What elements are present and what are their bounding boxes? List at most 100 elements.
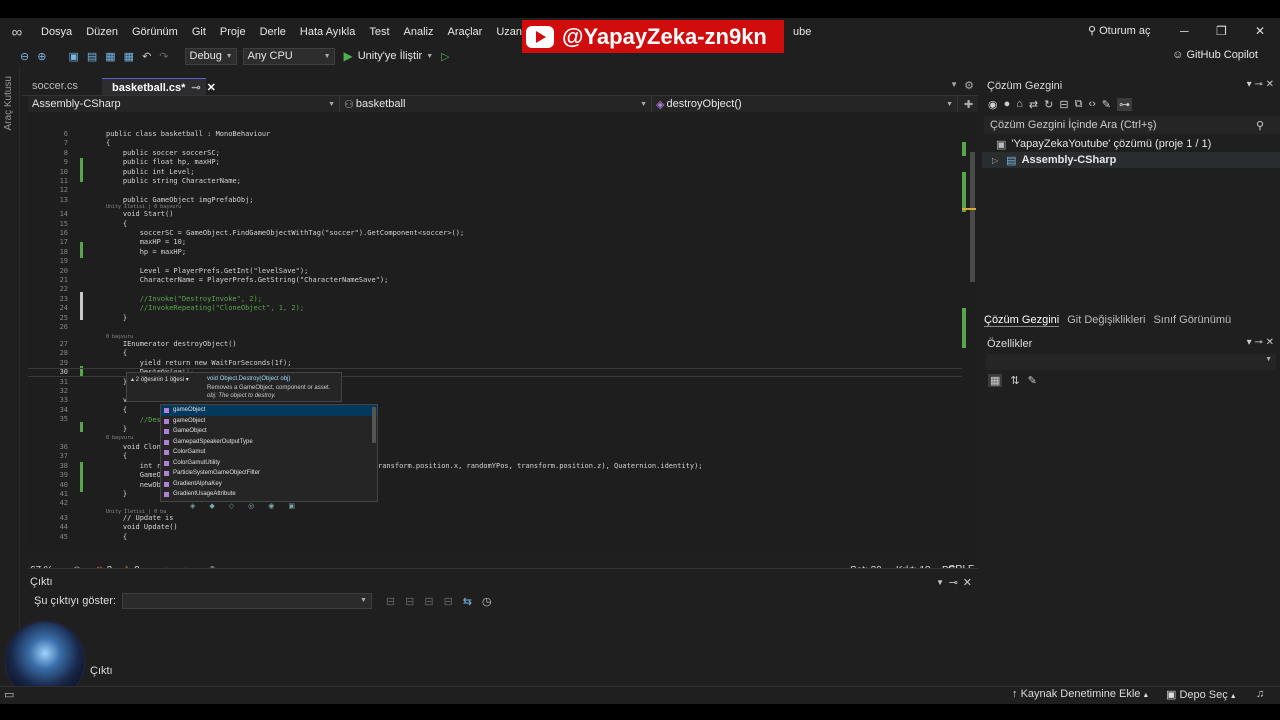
tab-class-view[interactable]: Sınıf Görünümü [1153,314,1231,327]
notifications-icon[interactable]: ♫ [1256,688,1264,700]
categorized-icon[interactable]: ▦ [988,374,1003,387]
filter-method-icon[interactable]: ◉ [268,502,274,514]
show-all-files-icon[interactable]: ⧉ [1075,98,1083,111]
overload-counter[interactable]: ▴ 2 öğesinin 1 öğesi ▾ [131,376,189,383]
filter-enum-icon[interactable]: ◎ [248,502,254,514]
close-icon[interactable]: ✕ [963,576,972,589]
completion-scrollbar[interactable] [372,407,376,443]
completion-item[interactable]: ColorGamutUtility [161,458,377,469]
completion-item[interactable]: GamepadSpeakerOutputType [161,437,377,448]
close-icon[interactable]: ✕ [1266,337,1274,348]
run-without-debug-icon[interactable]: ▷ [437,50,453,63]
completion-item[interactable]: GradientAlphaKey [161,479,377,490]
code-view-icon[interactable]: ‹› [1088,98,1095,110]
properties-object-select[interactable]: ▼ [986,354,1276,370]
tree-item-solution[interactable]: ▣ 'YapayZekaYoutube' çözümü (proje 1 / 1… [982,136,1280,152]
pin-icon[interactable]: ⊸ [949,576,958,589]
tab-basketball[interactable]: basketball.cs* ⊸ ✕ [102,78,216,95]
new-item-icon[interactable]: ▣ [64,50,82,63]
completion-item[interactable]: GameObject [161,426,377,437]
filter-interface-icon[interactable]: ◆ [209,502,214,514]
editor-scrollbar[interactable] [962,112,976,562]
forward-icon[interactable]: ● [1004,98,1011,110]
prev-message-icon[interactable]: ⊟ [405,595,414,608]
menu-item-partial[interactable]: ube [786,26,818,38]
open-file-icon[interactable]: ▤ [83,50,101,63]
menu-item[interactable]: Hata Ayıkla [293,26,362,38]
filter-class-icon[interactable]: ◈ [190,502,195,514]
save-all-icon[interactable]: ▦ [120,50,138,63]
preview-icon[interactable]: ⊶ [1116,97,1132,111]
close-icon[interactable]: ✕ [1266,79,1274,90]
tab-solution-explorer[interactable]: Çözüm Gezgini [984,314,1060,327]
restore-icon[interactable]: ❐ [1216,24,1227,38]
back-icon[interactable]: ◉ [988,98,998,111]
project-dropdown[interactable]: Assembly-CSharp ▼ [28,96,340,112]
split-editor-icon[interactable]: ✚ [964,98,973,111]
forward-icon[interactable]: ⊕ [33,50,50,63]
class-dropdown[interactable]: ⚇ basketball ▼ [340,96,652,112]
menu-item[interactable]: Test [362,26,396,38]
expand-icon[interactable]: ▷ [992,156,998,165]
completion-item[interactable]: GradientUsageAttribute [161,489,377,500]
completion-item[interactable]: ParticleSystemGameObjectFilter [161,468,377,479]
filter-struct-icon[interactable]: ◇ [229,502,234,514]
menu-item[interactable]: Düzen [79,26,125,38]
menu-item[interactable]: Dosya [34,26,79,38]
solution-search-input[interactable]: Çözüm Gezgini İçinde Ara (Ctrl+ş) ⚲ [984,116,1280,134]
completion-item[interactable]: ColorGamut [161,447,377,458]
tab-list-icon[interactable]: ▼ [950,80,958,89]
collapse-all-icon[interactable]: ⊟ [1059,98,1068,111]
pin-icon[interactable]: ⊸ [191,82,200,94]
menu-item[interactable]: Derle [253,26,293,38]
properties-icon[interactable]: ✎ [1102,98,1111,111]
pin-icon[interactable]: ⊸ [1254,79,1265,90]
home-icon[interactable]: ⌂ [1016,98,1023,110]
alphabetical-icon[interactable]: ⇅ [1010,374,1019,387]
minimize-icon[interactable]: ─ [1180,24,1189,38]
next-message-icon[interactable]: ⊟ [424,595,433,608]
find-icon[interactable]: ⊟ [386,595,395,608]
tab-output[interactable]: Çıktı [90,665,113,677]
status-notification-icon[interactable]: ▭ [4,688,14,701]
sign-in-button[interactable]: ⚲ Oturum aç [1088,24,1150,37]
add-source-control-button[interactable]: ↑ Kaynak Denetimine Ekle ▲ [1012,688,1149,700]
menu-item[interactable]: Araçlar [441,26,490,38]
tab-git-changes[interactable]: Git Değişiklikleri [1067,314,1145,327]
tab-soccer[interactable]: soccer.cs [22,78,102,95]
attach-unity-button[interactable]: ▶ Unity'ye İliştir ▼ [344,49,434,63]
completion-item[interactable]: gameObject [161,405,377,416]
refresh-icon[interactable]: ↻ [1044,98,1053,111]
completion-item[interactable]: gameObject [161,416,377,427]
tree-item-project[interactable]: ▷ ▤ Assembly-CSharp [982,152,1280,168]
toolbox-strip[interactable]: Araç Kutusu [0,66,20,686]
completion-list[interactable]: gameObject gameObject GameObject Gamepad… [160,404,378,502]
close-tab-icon[interactable]: ✕ [207,82,216,94]
search-icon[interactable]: ⚲ [1256,119,1264,132]
github-copilot-button[interactable]: ☺ GitHub Copilot [1172,49,1258,61]
codelens-hint[interactable]: 0 başvuru [106,435,133,441]
member-dropdown[interactable]: ◈ destroyObject() ▼ [652,96,958,112]
gear-icon[interactable]: ⚙ [964,79,974,92]
save-icon[interactable]: ▦ [101,50,119,63]
menu-item[interactable]: Git [185,26,213,38]
menu-item[interactable]: Proje [213,26,253,38]
pin-icon[interactable]: ⊸ [1254,337,1265,348]
scrollbar-thumb[interactable] [970,152,975,282]
filter-snippet-icon[interactable]: ▣ [288,502,295,514]
configuration-select[interactable]: Debug ▼ [184,47,237,65]
menu-item[interactable]: Görünüm [125,26,185,38]
platform-select[interactable]: Any CPU ▼ [242,47,335,65]
close-icon[interactable]: ✕ [1255,24,1265,38]
wrench-icon[interactable]: ✎ [1028,374,1037,387]
menu-item[interactable]: Analiz [397,26,441,38]
clear-all-icon[interactable]: ⊟ [444,595,453,608]
clock-icon[interactable]: ◷ [482,595,492,608]
output-source-select[interactable]: ▼ [121,593,372,609]
undo-icon[interactable]: ↶ [138,50,155,63]
select-repo-button[interactable]: ▣ Depo Seç ▲ [1166,688,1237,701]
back-icon[interactable]: ⊖ [16,50,33,63]
sync-icon[interactable]: ⇄ [1029,98,1038,111]
redo-icon[interactable]: ↷ [155,50,172,63]
chevron-down-icon[interactable]: ▼ [936,578,944,587]
